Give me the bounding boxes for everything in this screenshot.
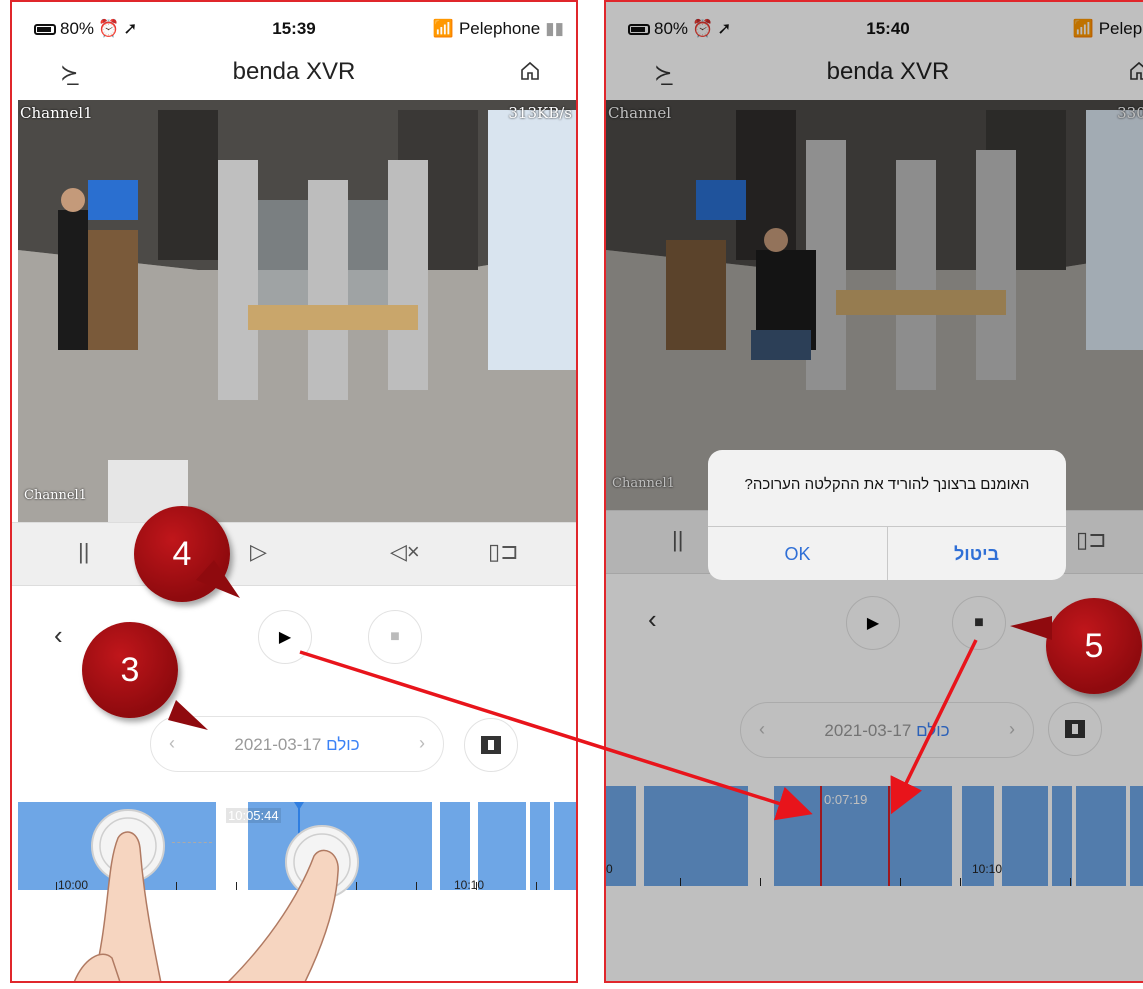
badge-4-pointer <box>196 560 240 598</box>
annotation-arrows <box>168 560 1052 821</box>
badge-3-pointer <box>168 700 208 730</box>
arrow-play-to-timeline <box>299 650 813 821</box>
arrow-stop-to-marker <box>890 639 978 815</box>
badge-5-pointer <box>1010 616 1052 640</box>
